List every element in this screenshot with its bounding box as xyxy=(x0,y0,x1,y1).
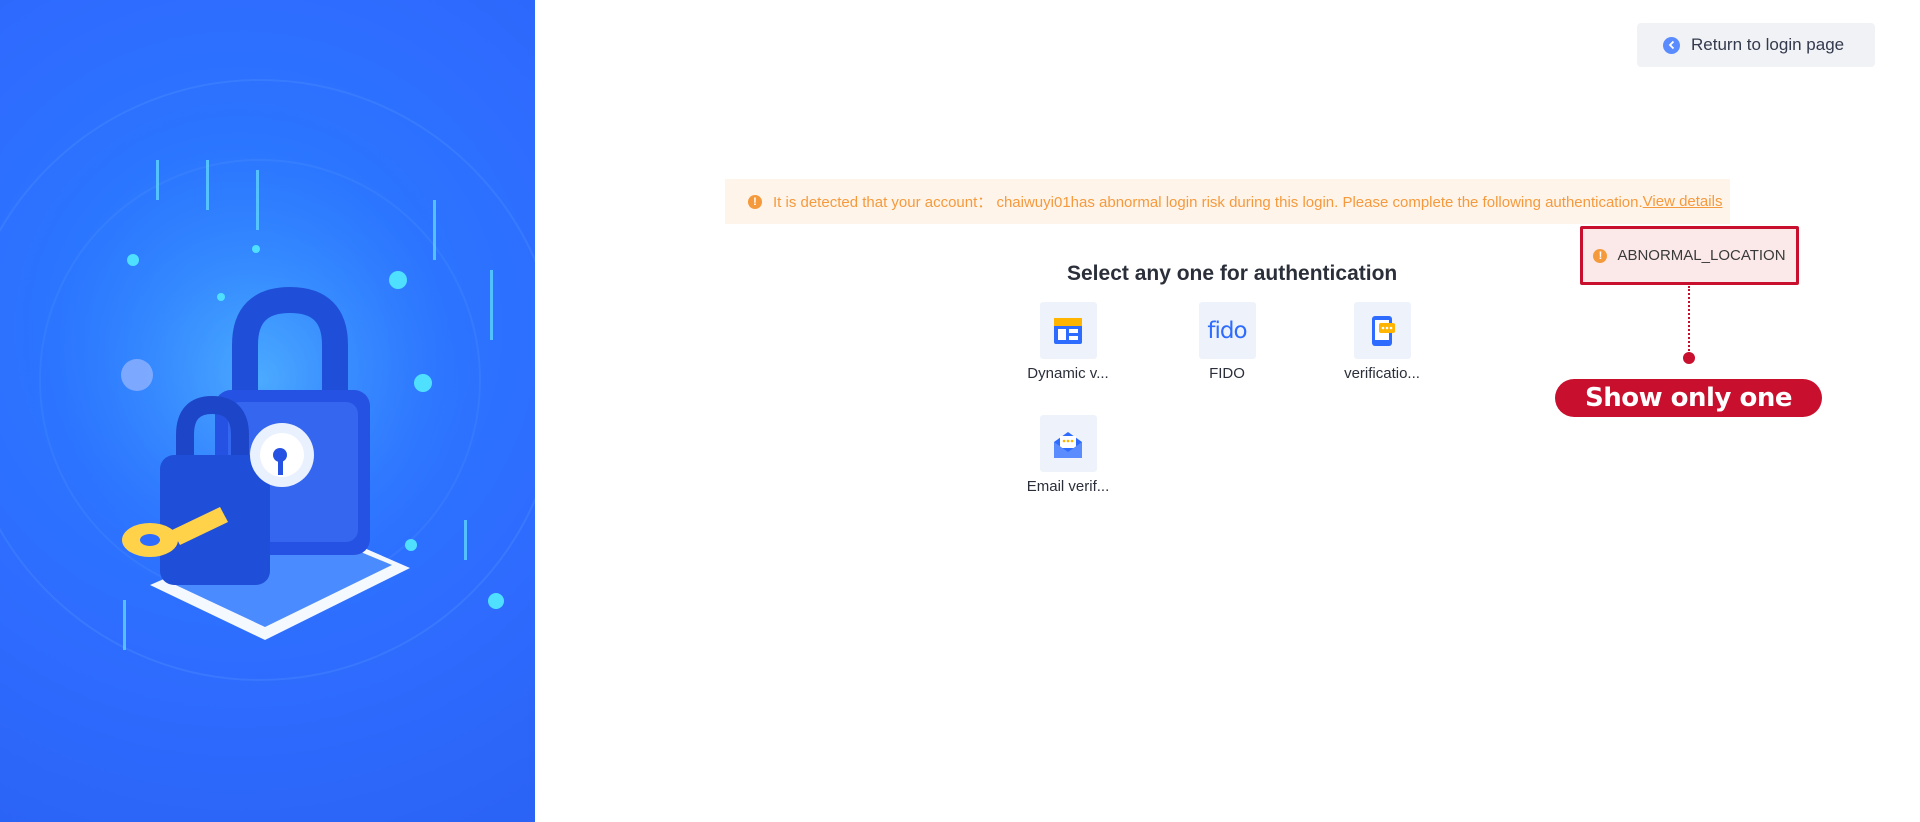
auth-option-label: Email verif... xyxy=(1026,478,1110,495)
warning-icon: ! xyxy=(1593,248,1608,263)
auth-method-title: Select any one for authentication xyxy=(1067,262,1398,285)
chevron-left-icon xyxy=(1663,36,1680,54)
annotation-connector xyxy=(1688,286,1690,358)
auth-option-fido[interactable]: fido FIDO xyxy=(1172,302,1282,382)
auth-option-label: verificatio... xyxy=(1344,365,1420,382)
risk-warning-banner: ! It is detected that your account： chai… xyxy=(725,179,1730,224)
risk-type-label: ABNORMAL_LOCATION xyxy=(1617,247,1786,264)
warning-icon: ! xyxy=(748,194,762,209)
risk-warning-text: It is detected that your account： chaiwu… xyxy=(773,194,1643,211)
auth-option-email[interactable]: Email verif... xyxy=(1013,415,1123,495)
padlock-illustration xyxy=(0,79,535,681)
auth-option-label: Dynamic v... xyxy=(1027,365,1109,382)
view-details-link[interactable]: View details xyxy=(1643,193,1723,210)
auth-option-dynamic-code[interactable]: Dynamic v... xyxy=(1013,302,1123,382)
annotation-label: Show only one risk xyxy=(1555,379,1822,451)
email-icon xyxy=(1039,415,1097,472)
return-to-login-button[interactable]: Return to login page xyxy=(1637,23,1875,67)
dynamic-code-icon xyxy=(1039,302,1097,359)
annotation-dot xyxy=(1683,352,1695,364)
return-to-login-label: Return to login page xyxy=(1691,35,1845,54)
fido-logo-text: fido xyxy=(1207,317,1247,344)
auth-option-verification[interactable]: verificatio... xyxy=(1327,302,1437,382)
risk-detail-popover: ! ABNORMAL_LOCATION xyxy=(1580,226,1799,285)
sms-verification-icon xyxy=(1353,302,1411,359)
auth-option-label: FIDO xyxy=(1209,365,1245,382)
fido-icon: fido xyxy=(1198,302,1256,359)
security-illustration-panel xyxy=(0,0,535,822)
